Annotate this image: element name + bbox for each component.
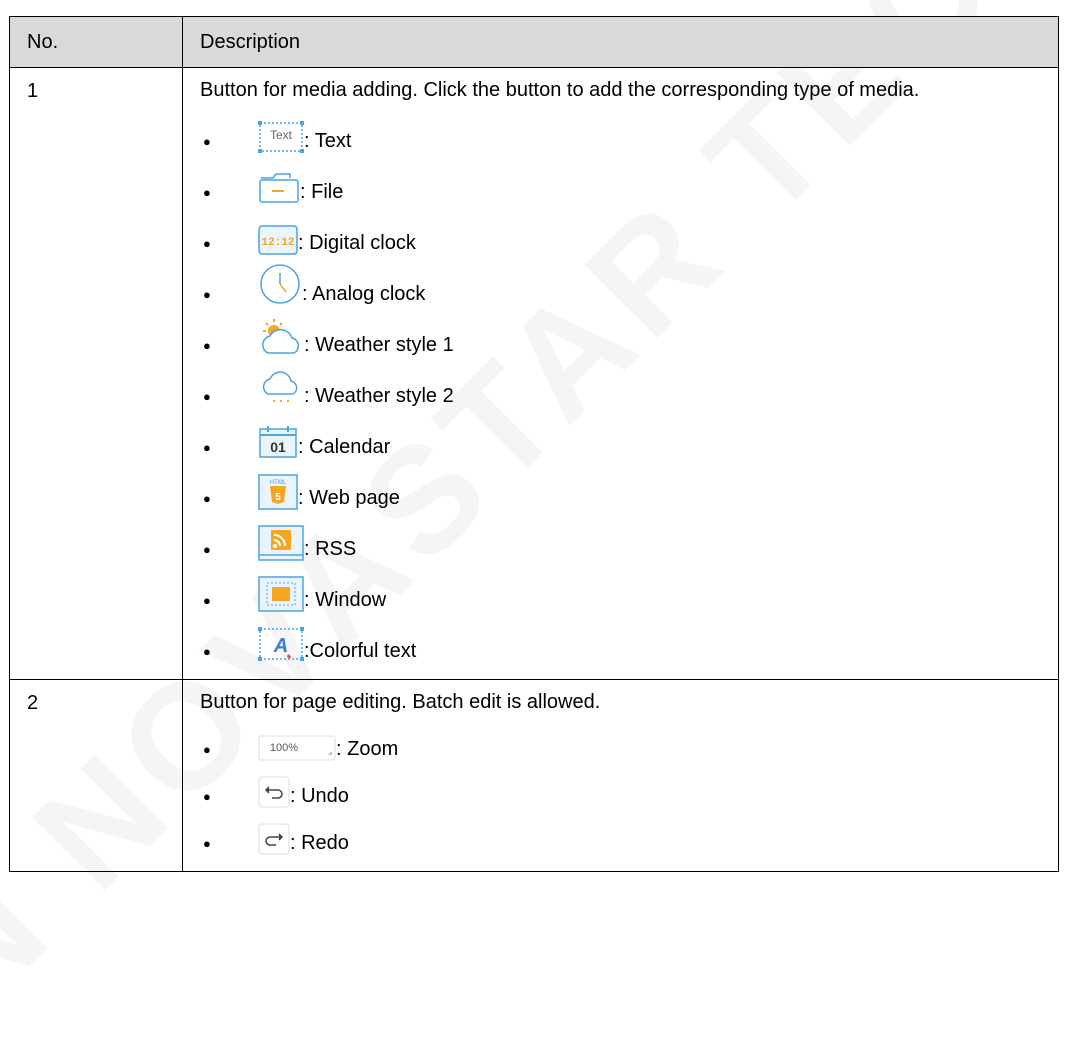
bullet: ● <box>203 491 211 506</box>
bullet: ● <box>203 644 211 659</box>
row-description: Button for media adding. Click the butto… <box>182 67 1059 680</box>
svg-text:HTML: HTML <box>270 480 287 486</box>
item-label: : Analog clock <box>302 283 426 305</box>
sun-cloud-icon <box>258 317 304 357</box>
table-row: 2 Button for page editing. Batch edit is… <box>9 679 1059 872</box>
list-item: ● : Weather style 2 <box>200 363 1038 414</box>
edit-button-list: ● 100% : Zoom ● : Undo ●: Redo <box>200 720 1038 861</box>
table-row: 1 Button for media adding. Click the but… <box>9 67 1059 680</box>
item-label: : Web page <box>298 487 400 509</box>
zoom-select-icon: 100% <box>258 735 336 761</box>
cloud-rain-icon <box>258 368 304 408</box>
item-label: : Window <box>304 589 387 611</box>
item-label: :Colorful text <box>304 640 417 662</box>
list-item: ● : Redo <box>200 814 1038 861</box>
analog-clock-icon <box>258 262 302 306</box>
item-label: : Weather style 1 <box>304 334 454 356</box>
row-number: 2 <box>9 679 183 872</box>
list-item: ● HTML 5 : Web page <box>200 465 1038 516</box>
bullet: ● <box>203 542 211 557</box>
bullet: ● <box>203 789 211 804</box>
bullet: ● <box>203 593 211 608</box>
item-label: : Calendar <box>298 436 391 458</box>
item-label: : RSS <box>304 538 357 560</box>
colorful-text-icon: A <box>258 625 304 663</box>
header-no: No. <box>9 16 183 68</box>
item-label: : Weather style 2 <box>304 385 454 407</box>
svg-text:A: A <box>273 635 288 657</box>
list-item: ● 100% : Zoom <box>200 720 1038 767</box>
item-label: : Zoom <box>336 738 399 760</box>
svg-text:01: 01 <box>270 439 286 455</box>
undo-icon <box>258 776 290 808</box>
list-item: ● : Window <box>200 567 1038 618</box>
bullet: ● <box>203 134 211 149</box>
list-item: ● : File <box>200 159 1038 210</box>
bullet: ● <box>203 236 211 251</box>
item-label: : File <box>300 181 344 203</box>
rss-icon <box>258 525 304 561</box>
row-description: Button for page editing. Batch edit is a… <box>182 679 1059 872</box>
list-item: ● : Analog clock <box>200 261 1038 312</box>
row-intro: Button for page editing. Batch edit is a… <box>200 691 601 713</box>
item-label: : Undo <box>290 785 349 807</box>
svg-text:5: 5 <box>275 492 281 503</box>
list-item: ● : Undo <box>200 767 1038 814</box>
svg-text:12:12: 12:12 <box>261 237 294 249</box>
list-item: ● 01 : Calendar <box>200 414 1038 465</box>
bullet: ● <box>203 742 211 757</box>
bullet: ● <box>203 389 211 404</box>
text-media-icon: Text <box>258 119 304 153</box>
calendar-icon: 01 <box>258 425 298 459</box>
list-item: ● 12:12 : Digital clock <box>200 210 1038 261</box>
bullet: ● <box>203 338 211 353</box>
redo-icon <box>258 823 290 855</box>
header-description: Description <box>182 16 1059 68</box>
table-header-row: No. Description <box>9 16 1059 68</box>
item-label: : Text <box>304 130 352 152</box>
folder-icon <box>258 170 300 204</box>
bullet: ● <box>203 440 211 455</box>
bullet: ● <box>203 185 211 200</box>
item-label: : Digital clock <box>298 232 416 254</box>
list-item: ● : Weather style 1 <box>200 312 1038 363</box>
window-icon <box>258 576 304 612</box>
bullet: ● <box>203 287 211 302</box>
row-intro: Button for media adding. Click the butto… <box>200 79 920 101</box>
svg-text:Text: Text <box>270 128 293 142</box>
bullet: ● <box>203 836 211 851</box>
list-item: ● : RSS <box>200 516 1038 567</box>
html5-icon: HTML 5 <box>258 474 298 510</box>
svg-text:100%: 100% <box>270 742 298 754</box>
item-label: : Redo <box>290 832 349 854</box>
list-item: ● A :Colorful text <box>200 618 1038 669</box>
digital-clock-icon: 12:12 <box>258 225 298 255</box>
media-button-list: ● Text : Text ● : File ● 12:12: Digital… <box>200 108 1038 669</box>
row-number: 1 <box>9 67 183 680</box>
description-table: No. Description 1 Button for media addin… <box>9 16 1059 872</box>
list-item: ● Text : Text <box>200 108 1038 159</box>
